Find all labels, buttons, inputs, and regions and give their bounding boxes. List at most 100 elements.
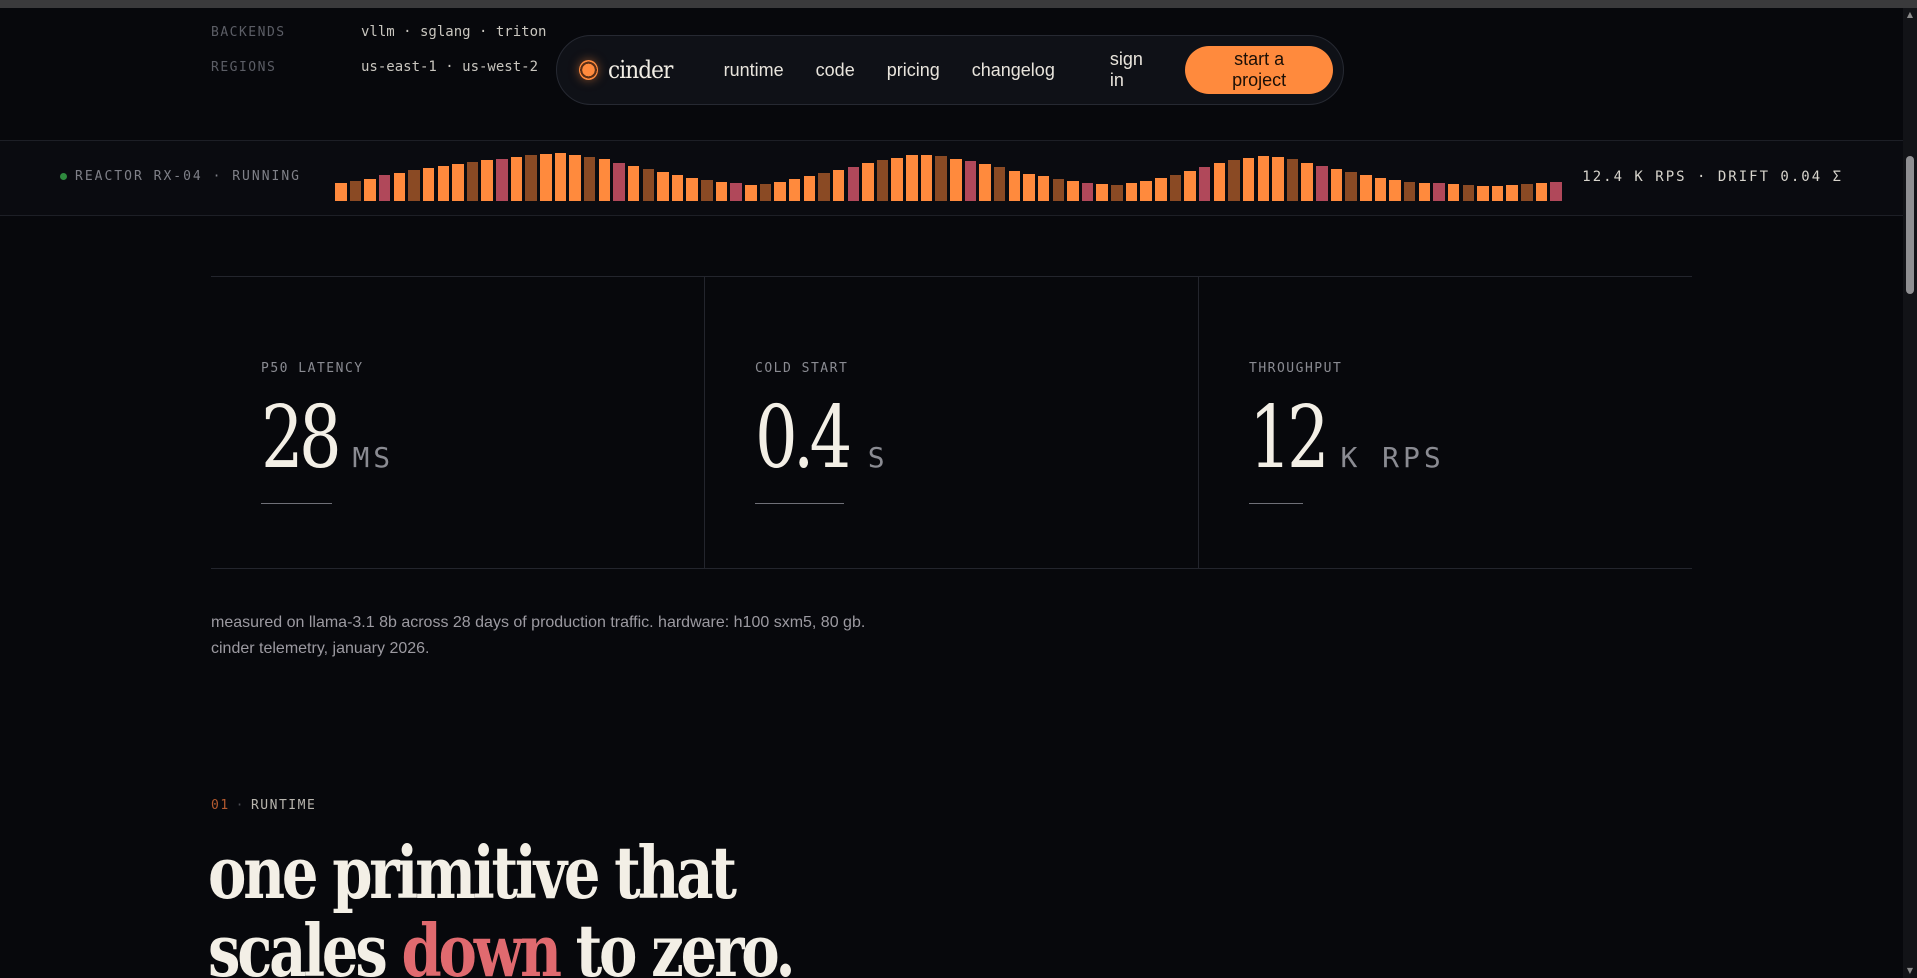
stat-label: THROUGHPUT — [1249, 361, 1343, 376]
reactor-bar — [847, 167, 860, 201]
reactor-bar — [1374, 178, 1387, 201]
reactor-bar — [408, 170, 420, 201]
nav-link-code[interactable]: code — [816, 60, 855, 81]
reactor-bar — [496, 159, 508, 201]
nav-link-pricing[interactable]: pricing — [887, 60, 940, 81]
reactor-bar — [1140, 181, 1152, 201]
reactor-bar — [1272, 157, 1284, 201]
scroll-thumb[interactable] — [1906, 156, 1914, 294]
page-scrollbar[interactable]: ▲ ▼ — [1903, 8, 1917, 978]
reactor-bar — [525, 155, 537, 201]
stat-value: 0.4 — [755, 388, 852, 488]
reactor-bar — [1023, 174, 1035, 201]
reactor-bar — [657, 172, 669, 201]
reactor-bar — [1330, 169, 1343, 201]
reactor-bar — [701, 180, 713, 201]
reactor-bar — [891, 158, 903, 201]
reactor-bar — [378, 175, 391, 201]
reactor-bar — [540, 154, 552, 201]
reactor-bar — [554, 153, 567, 201]
reactor-bar — [642, 169, 655, 201]
stat-p50-latency: P50 LATENCY 28 MS — [211, 277, 705, 568]
reactor-bar — [1389, 180, 1401, 201]
reactor-bar — [1535, 183, 1548, 201]
start-project-button[interactable]: start a project — [1185, 46, 1333, 94]
reactor-bar — [466, 162, 479, 201]
reactor-bar — [993, 167, 1006, 201]
reactor-bar — [1506, 185, 1518, 201]
reactor-bar — [774, 182, 786, 201]
reactor-bar — [1477, 186, 1489, 201]
section-number: 01 — [211, 798, 230, 813]
section-name: RUNTIME — [250, 798, 317, 813]
headline-line-2-post: to zero. — [558, 908, 796, 978]
reactor-bar — [393, 173, 406, 201]
scroll-up-arrow-icon[interactable]: ▲ — [1905, 10, 1915, 20]
reactor-bar — [510, 157, 523, 201]
reactor-bar — [788, 179, 801, 201]
stat-value: 28 — [261, 388, 342, 488]
reactor-bar — [1491, 186, 1504, 201]
stats-grid: P50 LATENCY 28 MS COLD START 0.4 S THROU… — [211, 276, 1692, 569]
reactor-bar — [1155, 178, 1167, 201]
reactor-bar — [349, 181, 362, 201]
reactor-bar — [745, 185, 757, 201]
brand-logo-icon[interactable] — [579, 60, 599, 80]
reactor-bar — [1418, 183, 1431, 201]
stat-underline — [1249, 503, 1303, 504]
main-nav: cinder runtime code pricing changelog si… — [556, 35, 1344, 105]
stat-label: COLD START — [755, 361, 849, 376]
headline-line-1: one primitive that — [208, 830, 737, 915]
stat-value-row: 0.4 S — [755, 395, 889, 481]
nav-links: runtime code pricing changelog — [724, 60, 1087, 81]
reactor-bar — [1316, 166, 1328, 201]
reactor-bar — [1550, 182, 1562, 201]
sign-in-link[interactable]: sign in — [1110, 49, 1159, 91]
window-top-bar — [0, 0, 1917, 8]
reactor-bar — [627, 166, 640, 201]
reactor-bar — [583, 157, 596, 201]
reactor-bar — [452, 164, 464, 201]
reactor-metric: 12.4 K RPS · DRIFT 0.04 Σ — [1582, 169, 1843, 185]
reactor-bar — [1345, 172, 1357, 201]
stat-underline — [261, 503, 332, 504]
headline-line-2-pre: scales — [208, 908, 402, 978]
stat-label: P50 LATENCY — [261, 361, 364, 376]
reactor-bar — [715, 182, 728, 201]
nav-link-runtime[interactable]: runtime — [724, 60, 784, 81]
stat-value-row: 28 MS — [261, 395, 394, 481]
stat-unit: MS — [352, 441, 395, 474]
reactor-bar-visualizer — [335, 151, 1565, 201]
reactor-bar — [1198, 167, 1211, 201]
nav-link-changelog[interactable]: changelog — [972, 60, 1055, 81]
backends-value: vllm · sglang · triton — [361, 24, 547, 40]
reactor-bar — [1037, 176, 1050, 201]
reactor-bar — [935, 156, 947, 201]
reactor-bar — [979, 164, 991, 201]
reactor-bar — [1433, 183, 1445, 201]
reactor-bar — [1111, 185, 1123, 201]
reactor-bar — [1403, 182, 1416, 201]
reactor-bar — [1301, 163, 1313, 201]
reactor-bar — [1360, 175, 1372, 201]
stat-unit: S — [867, 441, 889, 474]
reactor-bar — [1286, 159, 1299, 201]
headline-accent: down — [401, 908, 562, 978]
reactor-bar — [862, 163, 874, 201]
reactor-strip: REACTOR RX-04 · RUNNING 12.4 K RPS · DRI… — [0, 140, 1903, 216]
reactor-bar — [671, 175, 684, 201]
section-separator: · — [235, 798, 245, 813]
regions-label: REGIONS — [211, 59, 277, 75]
reactor-bar — [759, 184, 772, 201]
reactor-bar — [335, 183, 347, 201]
reactor-bar — [1521, 184, 1533, 201]
reactor-bar — [1184, 171, 1196, 201]
reactor-bar — [876, 160, 889, 201]
reactor-bar — [686, 178, 698, 201]
reactor-status: REACTOR RX-04 · RUNNING — [60, 169, 301, 184]
scroll-down-arrow-icon[interactable]: ▼ — [1905, 966, 1915, 976]
reactor-bar — [818, 173, 830, 201]
reactor-bar — [422, 168, 435, 201]
brand-name[interactable]: cinder — [608, 56, 673, 84]
reactor-bar — [920, 155, 933, 201]
